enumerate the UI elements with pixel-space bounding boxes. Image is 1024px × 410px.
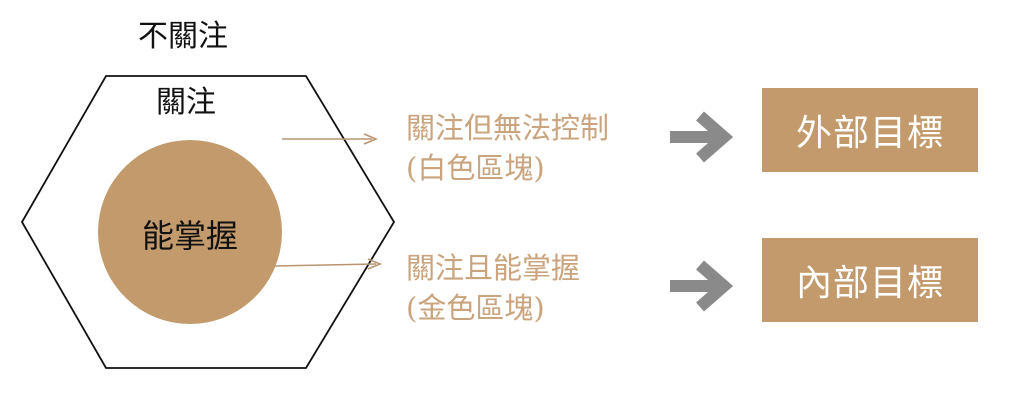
annotation-concern-control: 關注且能掌握 (金色區塊)	[406, 248, 580, 328]
circle-label: 能掌握	[142, 217, 239, 255]
annotation-line: (金色區塊)	[406, 291, 545, 325]
outer-zone-label: 不關注	[138, 19, 228, 54]
connector-arrow-top	[282, 133, 379, 145]
annotation-line: (白色區塊)	[406, 151, 545, 185]
big-arrow-icon-bottom	[670, 260, 734, 312]
annotation-concern-no-control: 關注但無法控制 (白色區塊)	[406, 108, 609, 188]
annotation-line: 關注且能掌握	[406, 251, 581, 285]
connector-arrow-bottom	[273, 258, 383, 270]
hexagon-label: 關注	[156, 85, 216, 120]
diagram-canvas	[20, 75, 734, 369]
internal-goal-box: 內部目標	[762, 238, 978, 322]
big-arrow-icon-top	[670, 111, 734, 163]
external-goal-box: 外部目標	[762, 88, 978, 172]
annotation-line: 關注但無法控制	[406, 111, 610, 145]
